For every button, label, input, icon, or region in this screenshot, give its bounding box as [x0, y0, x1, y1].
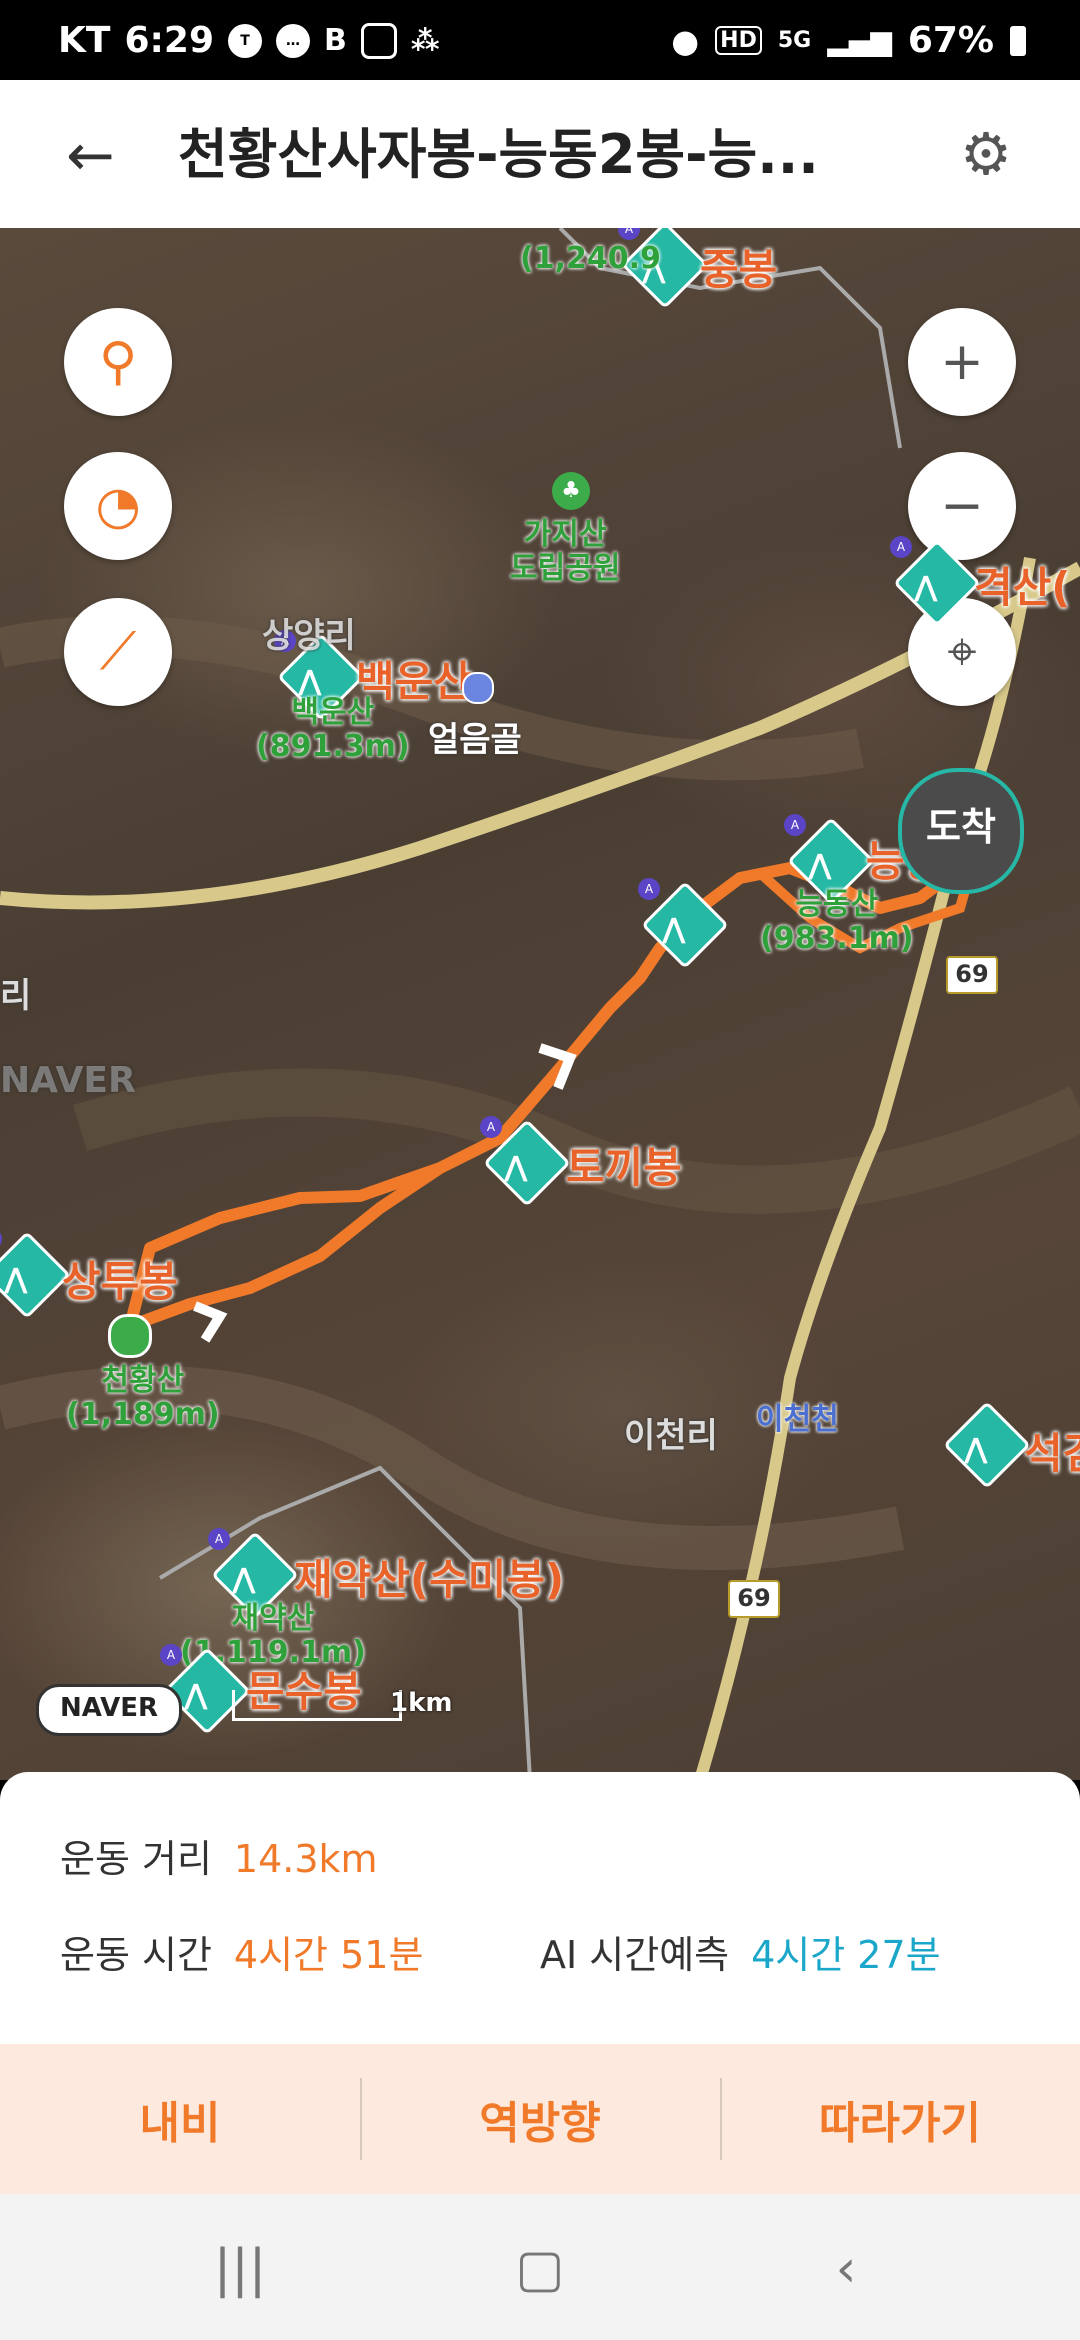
elevation-profile-button[interactable]: ⟋	[64, 598, 172, 706]
road-shield: 69	[946, 956, 998, 994]
battery-icon	[1010, 25, 1026, 56]
elevation-icon: ⟋	[99, 621, 137, 682]
status-left: KT 6:29 T … B ⁂	[58, 20, 440, 61]
back-arrow-icon[interactable]: ←	[66, 120, 138, 192]
distance-stat: 운동 거리 14.3km	[60, 1828, 378, 1883]
peak-marker-icon[interactable]: ⋀A	[638, 878, 729, 969]
clock: 6:29	[124, 20, 214, 61]
location-icon: ●	[671, 21, 700, 60]
peak-elevation-label: 백운산 (891.3m)	[256, 695, 410, 764]
zoom-in-button[interactable]: +	[908, 308, 1016, 416]
place-label: 이천리	[624, 1416, 718, 1456]
navi-button[interactable]: 내비	[0, 2044, 360, 2194]
peak-marker-icon[interactable]: ⋀A	[890, 536, 981, 627]
location-pin-button[interactable]: ⚲	[64, 308, 172, 416]
gear-icon[interactable]: ⚙	[950, 118, 1022, 190]
peak-label: 석검	[1024, 1429, 1080, 1478]
time-stat: 운동 시간 4시간 51분	[60, 1924, 423, 1979]
park-tree-icon: ♣	[552, 472, 590, 510]
footprint-icon: ⁂	[410, 24, 440, 57]
arrival-marker[interactable]: 도착	[898, 768, 1024, 894]
time-value: 4시간 51분	[233, 1933, 424, 1977]
peak-marker-icon[interactable]: ⋀A	[784, 814, 875, 905]
place-label: 리	[0, 976, 32, 1016]
b-app-icon: B	[324, 23, 347, 58]
peak-marker-icon[interactable]: ⋀A	[480, 1116, 571, 1207]
follow-button[interactable]: 따라가기	[720, 2044, 1080, 2194]
action-bar: 내비 역방향 따라가기	[0, 2044, 1080, 2194]
home-icon[interactable]: ▢	[500, 2234, 580, 2304]
ai-estimate-label: AI 시간예측	[540, 1933, 730, 1977]
hd-icon: HD	[715, 26, 762, 55]
place-marker-icon	[462, 672, 494, 704]
peak-marker-icon[interactable]: ⋀A	[208, 1528, 299, 1619]
map-view[interactable]: NAVER ⚲ ◔ ⟋ + − ⌖ ⋀ A 중봉 (1,240.9 ⋀ A 백운산 …	[0, 228, 1080, 1780]
plus-icon: +	[940, 332, 984, 392]
peak-elevation-label: 천황산 (1,189m)	[66, 1363, 220, 1432]
scale-bar	[232, 1690, 402, 1721]
zoom-out-button[interactable]: −	[908, 452, 1016, 560]
status-bar: KT 6:29 T … B ⁂ ● HD 5G ▂▄▆ 67%	[0, 0, 1080, 80]
peak-label: 중봉	[700, 245, 778, 294]
naver-watermark: NAVER	[0, 1060, 136, 1101]
distance-value: 14.3km	[233, 1837, 378, 1881]
app-bar: ← 천황산사자봉-능동2봉-능... ⚙	[0, 80, 1080, 228]
crosshair-icon: ⌖	[947, 621, 977, 682]
place-label: 상양리	[262, 616, 356, 656]
road-shield: 69	[728, 1580, 780, 1618]
battery-percent: 67%	[907, 20, 994, 61]
location-pin-icon: ⚲	[98, 332, 138, 392]
time-label: 운동 시간	[60, 1933, 212, 1977]
start-point-icon	[108, 1314, 152, 1358]
stats-sheet: 운동 거리 14.3km 운동 시간 4시간 51분 AI 시간예측 4시간 27분	[0, 1772, 1080, 2044]
instagram-icon	[360, 22, 397, 59]
speed-gauge-button[interactable]: ◔	[64, 452, 172, 560]
back-icon[interactable]: ‹	[806, 2234, 886, 2304]
distance-label: 운동 거리	[60, 1837, 212, 1881]
peak-elevation-label: (1,240.9	[520, 241, 661, 276]
system-nav-bar: ||| ▢ ‹	[0, 2194, 1080, 2340]
peak-marker-icon[interactable]: ⋀A	[0, 1228, 71, 1319]
5g-icon: 5G	[777, 28, 812, 53]
peak-label: 토끼봉	[566, 1143, 682, 1192]
peak-label: 재약산(수미봉)	[294, 1555, 565, 1604]
ai-estimate-value: 4시간 27분	[751, 1933, 941, 1977]
peak-elevation-label: 능동산 (983.1m)	[760, 887, 914, 956]
minus-icon: −	[940, 476, 984, 536]
gauge-icon: ◔	[95, 476, 141, 536]
status-right: ● HD 5G ▂▄▆ 67%	[671, 20, 1026, 61]
peak-marker-icon[interactable]: ⋀	[943, 1401, 1031, 1489]
ai-estimate-stat: AI 시간예측 4시간 27분	[540, 1924, 941, 1979]
peak-label: 상투봉	[62, 1257, 178, 1306]
reverse-button[interactable]: 역방향	[360, 2044, 720, 2194]
chat-bubble-icon: …	[276, 23, 310, 58]
stream-label: 이천천	[756, 1402, 839, 1437]
carrier-label: KT	[58, 20, 111, 61]
recent-apps-icon[interactable]: |||	[200, 2234, 280, 2304]
park-label: 가지산 도립공원	[510, 517, 621, 586]
place-label: 얼음골	[428, 720, 522, 760]
naver-logo: NAVER	[36, 1684, 182, 1736]
scale-label: 1km	[390, 1688, 453, 1718]
talk-icon: T	[228, 23, 262, 58]
signal-icon: ▂▄▆	[827, 24, 892, 57]
page-title: 천황산사자봉-능동2봉-능...	[178, 123, 819, 186]
peak-label: 격산(	[974, 563, 1071, 612]
direction-chevron-icon	[193, 1301, 228, 1343]
